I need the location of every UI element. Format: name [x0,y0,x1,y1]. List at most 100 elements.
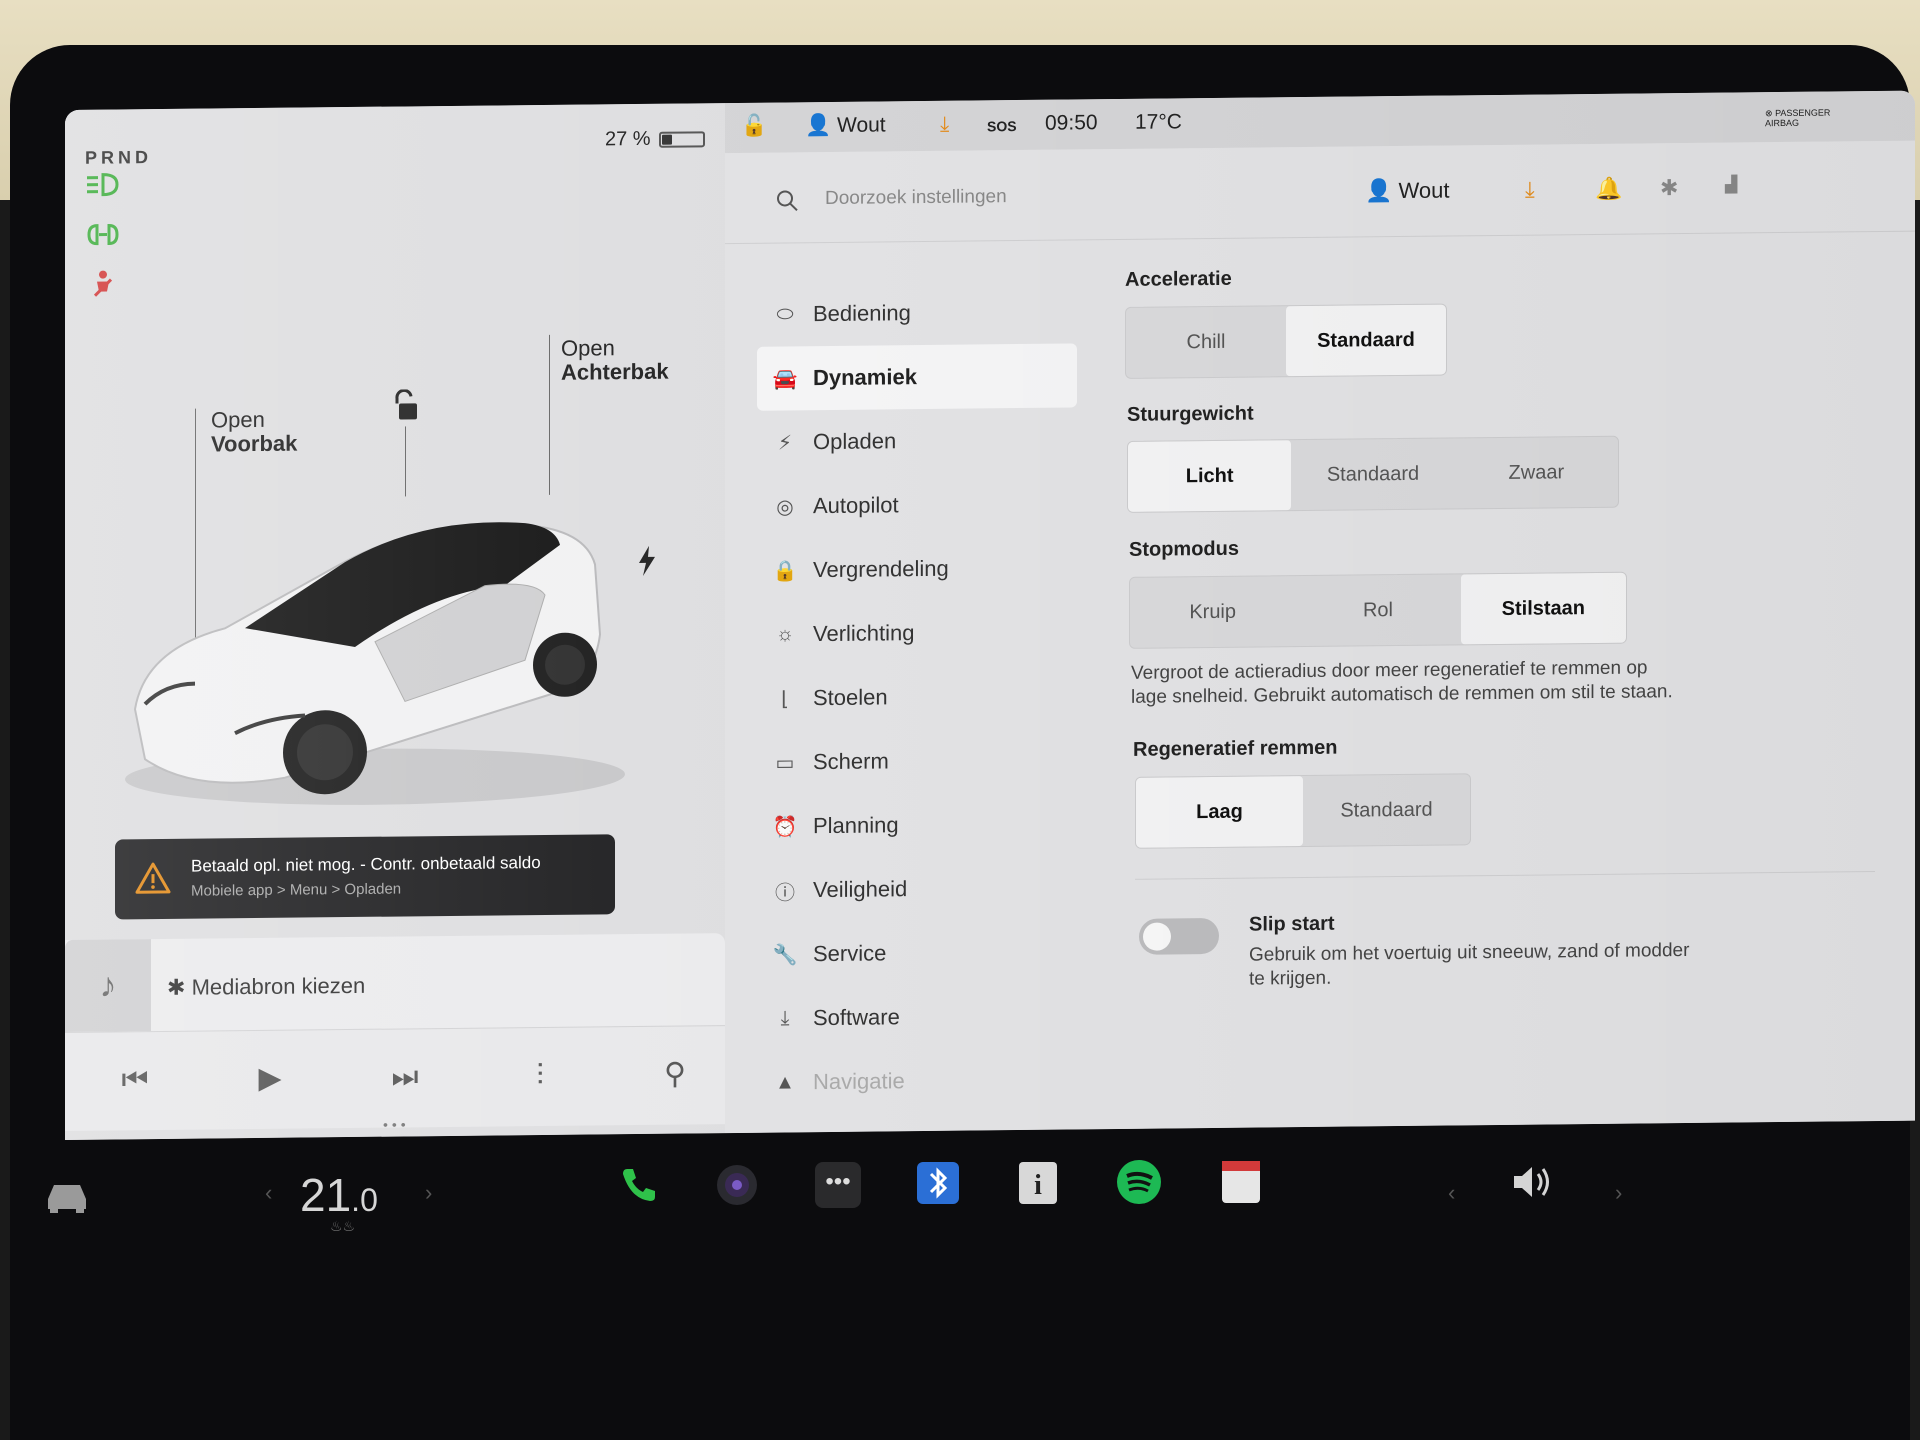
play-icon[interactable]: ▶ [250,1059,290,1099]
frunk-label-line1: Open [211,406,265,433]
cabin-temperature[interactable]: 21.0 [300,1168,378,1222]
menu-item-navigatie[interactable]: ▲ Navigatie [757,1047,1077,1114]
stuurgewicht-option-standaard[interactable]: Standaard [1291,438,1454,510]
acceleratie-option-standaard[interactable]: Standaard [1286,304,1446,377]
media-source-selector[interactable]: ✱ Mediabron kiezen [167,973,365,1001]
car-illustration [125,522,625,805]
car-controls-icon[interactable] [42,1175,92,1215]
menu-item-stoelen[interactable]: ⌊ Stoelen [757,663,1077,730]
menu-item-label: Planning [813,812,899,839]
user-icon: 👤 [805,113,832,138]
gear-indicator: PRND [85,147,153,168]
menu-item-label: Scherm [813,748,889,775]
toggle-knob [1143,922,1171,951]
camera-icon[interactable] [714,1162,760,1208]
spotify-icon[interactable] [1115,1158,1163,1206]
bluetooth-small-icon: ✱ [167,974,186,1000]
menu-item-opladen[interactable]: ⚡ Opladen [757,407,1077,474]
menu-item-vergrendeling[interactable]: 🔒 Vergrendeling [757,535,1077,602]
download-icon[interactable]: ⤓ [940,113,949,137]
user-icon: 👤 [1365,178,1393,204]
volume-up-chevron-icon[interactable]: › [1615,1180,1622,1206]
settings-header: Doorzoek instellingen 👤 Wout ⤓ 🔔 ✱ ▟ [725,140,1915,245]
regeneratief-option-standaard[interactable]: Standaard [1303,774,1470,846]
acceleratie-option-chill[interactable]: Chill [1126,306,1286,378]
settings-search-input[interactable]: Doorzoek instellingen [825,186,1007,210]
regeneratief-option-laag[interactable]: Laag [1136,776,1303,848]
battery-indicator: 27 % [605,127,705,151]
seat-heater-icon[interactable]: ♨♨ [330,1218,355,1235]
menu-item-planning[interactable]: ⏰ Planning [757,791,1077,858]
bluetooth-icon[interactable]: ✱ [1660,175,1678,201]
previous-track-icon[interactable]: ⏮ [115,1060,155,1100]
trunk-label-line1: Open [561,335,615,361]
bluetooth-app-icon[interactable] [915,1160,961,1206]
menu-item-bediening[interactable]: ⬭ Bediening [757,279,1077,346]
battery-icon [658,130,705,148]
menu-item-label: Veiligheid [813,876,908,903]
wrench-icon: 🔧 [772,943,798,967]
menu-item-dynamiek[interactable]: 🚘 Dynamiek [757,343,1077,411]
svg-text:i: i [1034,1170,1042,1201]
touchscreen: PRND 27 % Open Voorbak Open Achterbak Be… [65,90,1915,1141]
slip-start-toggle[interactable] [1139,917,1219,955]
menu-item-service[interactable]: 🔧 Service [757,919,1077,986]
volume-down-chevron-icon[interactable]: ‹ [1448,1180,1455,1206]
manual-icon[interactable]: i [1015,1158,1061,1208]
stuurgewicht-option-zwaar[interactable]: Zwaar [1455,437,1618,509]
battery-percent: 27 % [605,127,651,151]
seatbelt-warning-icon [93,270,113,297]
warning-icon [135,862,171,894]
more-apps-icon[interactable]: ••• [815,1162,861,1208]
phone-icon[interactable] [617,1163,661,1207]
display-icon: ▭ [775,751,795,775]
stuurgewicht-option-licht[interactable]: Licht [1128,440,1292,512]
stopmodus-option-kruip[interactable]: Kruip [1130,576,1295,648]
lock-icon[interactable]: 🔓 [741,115,767,139]
profile-button[interactable]: 👤 Wout [1365,178,1449,205]
temp-up-chevron-icon[interactable]: › [425,1180,432,1206]
clock: 09:50 [1045,111,1098,135]
car-status-panel: PRND 27 % Open Voorbak Open Achterbak Be… [65,103,725,1140]
bell-icon[interactable]: 🔔 [1595,176,1622,202]
volume-icon[interactable] [1510,1162,1556,1202]
menu-item-scherm[interactable]: ▭ Scherm [757,727,1077,794]
status-user[interactable]: 👤 Wout [805,113,886,138]
header-user-name: Wout [1398,177,1450,204]
open-trunk-button[interactable]: Open Achterbak [561,335,669,385]
menu-item-veiligheid[interactable]: ⓘ Veiligheid [757,855,1077,922]
calendar-icon[interactable] [1218,1157,1264,1207]
settings-panel: Doorzoek instellingen 👤 Wout ⤓ 🔔 ✱ ▟ ⬭ Be… [725,140,1915,1134]
sos-indicator[interactable]: SOS [987,118,1017,134]
airbag-label: PASSENGER AIRBAG [1765,107,1831,129]
settings-menu: ⬭ Bediening 🚘 Dynamiek ⚡ Opladen ◎ Autopilot 🔒 Ve… [757,279,1077,1114]
media-search-icon[interactable]: ⚲ [655,1054,695,1094]
alert-circle-icon: ⓘ [775,881,795,905]
software-download-icon[interactable]: ⤓ [1525,177,1535,203]
next-track-icon[interactable]: ⏭ [385,1057,425,1097]
acceleration-selector: Chill Standaard [1125,303,1447,379]
steering-selector: Licht Standaard Zwaar [1127,435,1619,513]
menu-item-autopilot[interactable]: ◎ Autopilot [757,471,1077,538]
menu-item-software[interactable]: ⤓ Software [757,983,1077,1050]
dynamics-settings: Acceleratie Chill Standaard Stuurgewicht … [1125,261,1885,990]
stopmodus-option-rol[interactable]: Rol [1295,574,1460,646]
menu-item-label: Vergrendeling [813,555,949,583]
regen-braking-title: Regeneratief remmen [1133,736,1338,761]
charging-alert-banner[interactable]: Betaald opl. niet mog. - Contr. onbetaal… [115,834,615,920]
car-icon: 🚘 [772,367,798,391]
stopmodus-option-stilstaan[interactable]: Stilstaan [1460,572,1626,645]
equalizer-icon[interactable]: ⫶ [520,1056,560,1096]
menu-item-verlichting[interactable]: ☼ Verlichting [757,599,1077,666]
temp-down-chevron-icon[interactable]: ‹ [265,1180,272,1206]
menu-item-label: Bediening [813,300,911,327]
open-frunk-button[interactable]: Open Voorbak [211,406,297,457]
unlock-icon[interactable] [391,389,421,423]
lock-icon: 🔒 [772,559,798,583]
navigation-icon: ▲ [775,1070,795,1094]
seat-icon: ⌊ [781,687,789,711]
stop-mode-title: Stopmodus [1129,537,1239,561]
headlights-icon [87,173,119,197]
lte-signal-icon: ▟ [1725,176,1738,194]
music-note-icon: ♪ [65,939,151,1032]
